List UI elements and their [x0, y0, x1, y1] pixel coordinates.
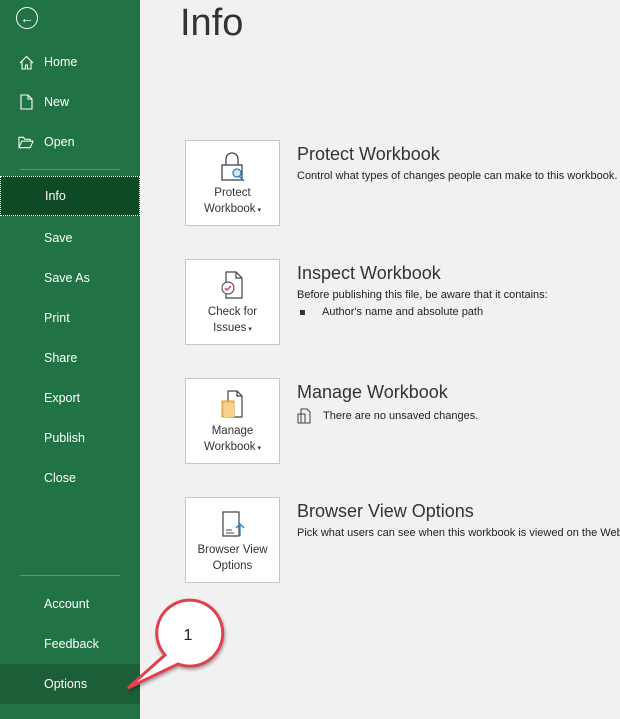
section-title: Manage Workbook: [297, 382, 448, 402]
sidebar-item-label: Close: [44, 471, 76, 485]
sidebar-item-info[interactable]: Info: [0, 176, 140, 216]
section-title: Protect Workbook: [297, 144, 440, 164]
button-label: Browser View: [197, 544, 268, 556]
sidebar-item-label: Export: [44, 391, 81, 405]
sidebar-item-share[interactable]: Share: [0, 338, 140, 378]
manage-workbook-button[interactable]: Manage Workbook ▾: [185, 378, 280, 464]
section-description: Control what types of changes people can…: [297, 170, 618, 182]
sidebar-item-open[interactable]: Open: [0, 122, 140, 162]
button-label: Manage: [211, 425, 254, 437]
sidebar-item-label: New: [44, 95, 70, 109]
sidebar-item-label: Save As: [44, 271, 90, 285]
browser-view-options-button[interactable]: Browser View Options: [185, 497, 280, 583]
inspect-item: Author's name and absolute path: [300, 306, 548, 318]
section-title: Inspect Workbook: [297, 263, 441, 283]
sidebar-item-options[interactable]: Options: [0, 664, 140, 704]
new-document-icon: [18, 94, 34, 110]
section-title: Browser View Options: [297, 501, 474, 521]
sidebar-item-label: Account: [44, 597, 90, 611]
dropdown-caret-icon: ▾: [246, 326, 252, 333]
back-button[interactable]: ←: [16, 7, 38, 29]
document-status-icon: [297, 408, 311, 424]
sidebar-item-label: Share: [44, 351, 78, 365]
back-arrow-icon: ←: [20, 10, 34, 26]
backstage-sidebar: ← Home New Open Info Save Save As Print …: [0, 0, 140, 719]
sidebar-item-save-as[interactable]: Save As: [0, 258, 140, 298]
sidebar-item-label: Save: [44, 231, 73, 245]
dropdown-caret-icon: ▾: [255, 445, 262, 452]
sidebar-item-save[interactable]: Save: [0, 218, 140, 258]
section-description: Pick what users can see when this workbo…: [297, 527, 620, 539]
inspect-item-text: Author's name and absolute path: [322, 306, 484, 318]
sidebar-item-label: Print: [44, 311, 70, 325]
section-description: There are no unsaved changes.: [323, 410, 479, 422]
manage-versions-icon: [221, 390, 243, 418]
inspect-document-icon: [220, 271, 243, 299]
sidebar-item-new[interactable]: New: [0, 82, 140, 122]
sidebar-item-label: Info: [45, 189, 66, 203]
sidebar-divider: [20, 169, 120, 170]
dropdown-caret-icon: ▾: [255, 207, 262, 214]
lock-key-icon: [220, 152, 245, 182]
button-label: Issues: [213, 322, 247, 334]
sidebar-item-label: Home: [44, 55, 78, 69]
page-title: Info: [180, 2, 244, 44]
inspect-workbook-section: Inspect Workbook Before publishing this …: [297, 263, 548, 318]
info-panel: Info Protect Workbook ▾ Protect Workbook…: [140, 0, 620, 719]
protect-workbook-button[interactable]: Protect Workbook ▾: [185, 140, 280, 226]
browser-view-options-section: Browser View Options Pick what users can…: [297, 501, 620, 539]
sidebar-item-feedback[interactable]: Feedback: [0, 624, 140, 664]
manage-workbook-section: Manage Workbook There are no unsaved cha…: [297, 382, 478, 424]
button-label: Protect: [214, 187, 251, 199]
sidebar-item-home[interactable]: Home: [0, 42, 140, 82]
button-label: Options: [212, 560, 253, 572]
home-icon: [18, 55, 34, 70]
sidebar-item-account[interactable]: Account: [0, 584, 140, 624]
section-description: Before publishing this file, be aware th…: [297, 289, 548, 301]
button-label: Workbook: [203, 203, 256, 215]
browser-view-icon: [221, 511, 244, 537]
button-label: Workbook: [203, 441, 256, 453]
check-for-issues-button[interactable]: Check for Issues ▾: [185, 259, 280, 345]
sidebar-item-label: Options: [44, 677, 88, 691]
sidebar-item-label: Publish: [44, 431, 85, 445]
sidebar-item-export[interactable]: Export: [0, 378, 140, 418]
sidebar-divider: [20, 575, 120, 576]
sidebar-item-print[interactable]: Print: [0, 298, 140, 338]
sidebar-item-label: Feedback: [44, 637, 99, 651]
sidebar-item-close[interactable]: Close: [0, 458, 140, 498]
sidebar-item-label: Open: [44, 135, 75, 149]
sidebar-item-publish[interactable]: Publish: [0, 418, 140, 458]
button-label: Check for: [207, 306, 258, 318]
protect-workbook-section: Protect Workbook Control what types of c…: [297, 144, 617, 182]
folder-open-icon: [18, 136, 34, 149]
